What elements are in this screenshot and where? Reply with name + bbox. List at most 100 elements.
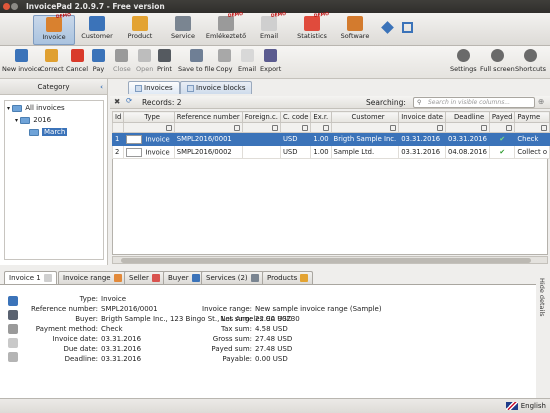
col-header-deadline[interactable]: Deadline: [445, 111, 490, 123]
tree-item-all-invoices[interactable]: ▾ All invoices: [7, 102, 65, 114]
col-header-payed[interactable]: Payed: [488, 111, 516, 123]
filter-icon[interactable]: [437, 125, 443, 131]
email-icon: DEMO: [261, 12, 286, 31]
search-options-icon[interactable]: ⊕: [538, 97, 544, 106]
filter-cell[interactable]: [279, 122, 312, 133]
col-header-type[interactable]: Type: [123, 111, 175, 123]
col-header-foreign[interactable]: Foreign.c.: [241, 111, 281, 123]
nav-software[interactable]: Software: [334, 15, 376, 45]
filter-icon[interactable]: [390, 125, 397, 131]
clear-filter-icon[interactable]: ✖: [114, 97, 120, 106]
person-icon[interactable]: [8, 296, 18, 306]
scrollbar-thumb[interactable]: [121, 258, 531, 263]
pay-button[interactable]: Pay: [92, 49, 105, 73]
tab-buyer[interactable]: Buyer: [163, 271, 205, 284]
shortcuts-button[interactable]: Shortcuts: [515, 49, 546, 73]
grid-filter-bar: ✖ ⟳ Records: 2 Searching: ⚲ Search in vi…: [110, 96, 550, 109]
nav-statistics[interactable]: DEMO Statistics: [291, 12, 333, 45]
filter-icon[interactable]: [302, 125, 309, 131]
attachment-icon[interactable]: [8, 324, 18, 334]
filter-icon[interactable]: [480, 125, 487, 131]
filter-cell[interactable]: [123, 122, 175, 133]
nav-invoice[interactable]: DEMO Invoice: [33, 13, 75, 45]
hide-details-toggle[interactable]: Hide details: [536, 268, 550, 398]
window-close-button[interactable]: [3, 3, 10, 10]
plus-icon: [15, 49, 29, 62]
window-minimize-button[interactable]: [11, 3, 18, 10]
email-button[interactable]: Email: [238, 49, 256, 73]
nav-service[interactable]: Service: [162, 15, 204, 45]
invoice-type-swatch: [126, 134, 143, 144]
filter-icon[interactable]: [271, 125, 278, 131]
shortcuts-icon: [524, 49, 538, 62]
search-input[interactable]: ⚲ Search in visible columns...: [413, 97, 535, 108]
col-header-customer[interactable]: Customer: [330, 111, 400, 123]
detail-field: Reference number: SMPL2016/0001: [30, 305, 158, 313]
tab-products[interactable]: Products: [262, 271, 314, 284]
filter-cell[interactable]: [111, 122, 125, 133]
cancel-button[interactable]: Cancel: [66, 49, 88, 73]
filter-icon[interactable]: [233, 125, 240, 131]
filter-cell[interactable]: [173, 122, 243, 133]
language-selector[interactable]: English: [505, 401, 546, 412]
tab-invoice-blocks[interactable]: Invoice blocks: [180, 81, 253, 94]
refresh-icon[interactable]: ⟳: [126, 96, 132, 105]
filter-cell[interactable]: [310, 122, 332, 133]
document-icon[interactable]: [8, 338, 18, 348]
filter-cell[interactable]: [330, 122, 400, 133]
open-button[interactable]: Open: [136, 49, 153, 73]
settings-button[interactable]: Settings: [450, 49, 477, 73]
filter-icon[interactable]: [541, 125, 547, 131]
services-tab-icon: [250, 274, 259, 282]
collapse-arrow-icon[interactable]: ▾: [7, 105, 10, 112]
new-invoice-button[interactable]: New invoice: [2, 49, 41, 73]
collapse-arrow-icon[interactable]: ▾: [15, 117, 18, 124]
full-screen-button[interactable]: Full screen: [480, 49, 515, 73]
save-to-file-button[interactable]: Save to file: [178, 49, 215, 73]
diamond-icon[interactable]: [381, 21, 394, 34]
windows-icon[interactable]: [402, 22, 413, 33]
col-header-ccode[interactable]: C. code: [279, 111, 312, 123]
collapse-sidebar-icon[interactable]: ‹: [100, 79, 103, 95]
tab-services[interactable]: Services (2): [201, 271, 264, 284]
export-button[interactable]: Export: [260, 49, 281, 73]
filter-cell[interactable]: [398, 122, 446, 133]
nav-email[interactable]: DEMO Email: [248, 12, 290, 45]
col-header-exr[interactable]: Ex.r.: [310, 111, 332, 123]
note-icon[interactable]: [8, 352, 18, 362]
close-button[interactable]: Close: [113, 49, 131, 73]
table-row[interactable]: 2 Invoice SMPL2016/0002 USD 1.00 Sample …: [111, 145, 550, 159]
col-header-invoice-date[interactable]: Invoice date: [398, 111, 446, 123]
correct-button[interactable]: Correct: [40, 49, 64, 73]
software-icon: [347, 16, 363, 31]
customer-icon: [89, 16, 105, 31]
invoice-tab-icon: [43, 274, 52, 282]
print-button[interactable]: Print: [157, 49, 172, 73]
print-preview-icon[interactable]: [8, 310, 18, 320]
horizontal-scrollbar[interactable]: [112, 256, 548, 264]
filter-cell[interactable]: [488, 122, 516, 133]
filter-icon[interactable]: [506, 125, 513, 131]
filter-icon[interactable]: [322, 125, 329, 131]
filter-icon[interactable]: [165, 125, 172, 131]
action-toolbar: New invoice Correct Cancel Pay Close Open Prin…: [0, 46, 550, 79]
tab-invoices[interactable]: Invoices: [128, 81, 180, 94]
table-row[interactable]: 1 Invoice SMPL2016/0001 USD 1.00 Brigth …: [111, 132, 550, 146]
filter-cell[interactable]: [241, 122, 281, 133]
nav-customer[interactable]: Customer: [76, 15, 118, 45]
nav-eml-keztet-[interactable]: DEMO Emlékeztető: [205, 12, 247, 45]
tab-invoice-range[interactable]: Invoice range: [58, 271, 127, 284]
col-header-reference[interactable]: Reference number: [173, 111, 243, 123]
col-header-payment[interactable]: Payme: [514, 111, 550, 123]
copy-button[interactable]: Copy: [216, 49, 233, 73]
tab-seller[interactable]: Seller: [124, 271, 165, 284]
filter-cell[interactable]: [514, 122, 550, 133]
tree-item-2016[interactable]: ▾ 2016: [15, 114, 51, 126]
folder-icon: [12, 104, 23, 112]
col-header-id[interactable]: Id: [111, 111, 125, 123]
tab-invoice-detail[interactable]: Invoice 1: [4, 271, 57, 284]
tree-item-march[interactable]: March: [29, 126, 68, 138]
nav-product[interactable]: Product: [119, 15, 161, 45]
settings-icon: [456, 49, 470, 62]
filter-cell[interactable]: [445, 122, 490, 133]
